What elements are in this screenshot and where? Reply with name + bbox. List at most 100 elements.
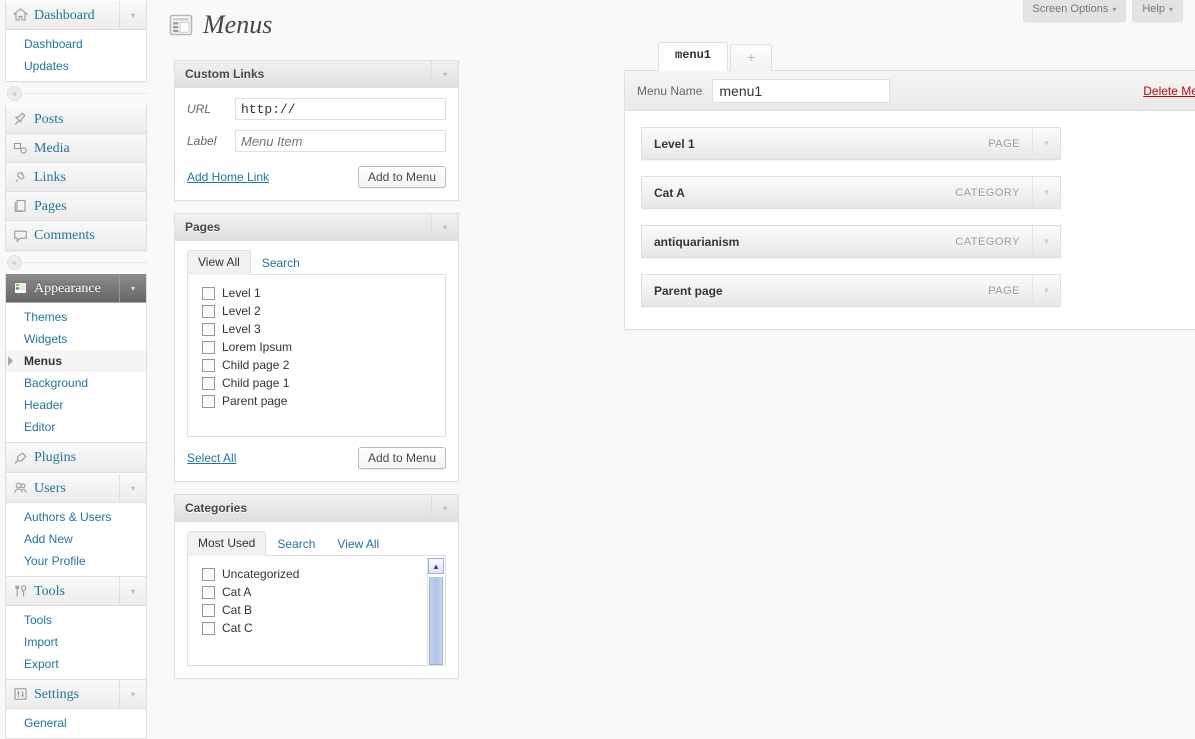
- sidebar-item-appearance[interactable]: Appearance ▾: [6, 274, 146, 303]
- categories-scrollbar[interactable]: ▲: [427, 558, 443, 665]
- list-item[interactable]: Uncategorized: [202, 565, 441, 583]
- collapse-menu-button[interactable]: «: [7, 255, 22, 270]
- page-checkbox[interactable]: [202, 305, 215, 318]
- sidebar-subitem-export[interactable]: Export: [6, 653, 146, 675]
- url-input[interactable]: [235, 98, 446, 120]
- sidebar-subitem-tools[interactable]: Tools: [6, 609, 146, 631]
- list-item[interactable]: Parent page: [202, 392, 441, 410]
- collapse-menu-button[interactable]: «: [7, 86, 22, 101]
- categories-header[interactable]: Categories ▾: [175, 495, 458, 522]
- tab-add-menu[interactable]: +: [730, 44, 772, 71]
- chevron-down-icon[interactable]: ▾: [1032, 128, 1060, 159]
- delete-menu-link[interactable]: Delete Menu: [1143, 84, 1195, 98]
- media-icon: [6, 141, 34, 155]
- page-checkbox[interactable]: [202, 287, 215, 300]
- chevron-down-icon[interactable]: ▾: [431, 61, 458, 88]
- page-checkbox[interactable]: [202, 323, 215, 336]
- page-checkbox[interactable]: [202, 377, 215, 390]
- table-row[interactable]: Parent page PAGE ▾: [641, 274, 1061, 307]
- sidebar-subitem-import[interactable]: Import: [6, 631, 146, 653]
- categories-panel: Categories ▾ Most Used Search View All U…: [174, 494, 459, 679]
- sidebar-item-comments[interactable]: Comments: [6, 221, 146, 250]
- chevron-down-icon[interactable]: ▾: [1032, 177, 1060, 208]
- chevron-down-icon[interactable]: ▾: [119, 274, 146, 302]
- category-checkbox[interactable]: [202, 568, 215, 581]
- sidebar-subitem-menus[interactable]: Menus: [6, 350, 146, 372]
- screen-options-button[interactable]: Screen Options▾: [1023, 0, 1127, 22]
- page-checkbox[interactable]: [202, 341, 215, 354]
- scroll-up-icon[interactable]: ▲: [428, 558, 444, 574]
- sidebar-subitem-dashboard[interactable]: Dashboard: [6, 33, 146, 55]
- scrollbar-thumb[interactable]: [429, 577, 443, 665]
- help-button[interactable]: Help▾: [1132, 0, 1183, 22]
- sidebar-subitem-background[interactable]: Background: [6, 372, 146, 394]
- table-row[interactable]: antiquarianism CATEGORY ▾: [641, 225, 1061, 258]
- list-item[interactable]: Child page 2: [202, 356, 441, 374]
- list-item[interactable]: Cat C: [202, 619, 441, 637]
- sidebar-subitem-header[interactable]: Header: [6, 394, 146, 416]
- sidebar-item-pages[interactable]: Pages: [6, 192, 146, 221]
- table-row[interactable]: Level 1 PAGE ▾: [641, 127, 1061, 160]
- label-input[interactable]: [235, 130, 446, 152]
- list-item[interactable]: Level 1: [202, 284, 441, 302]
- url-label: URL: [187, 102, 235, 116]
- sidebar-item-posts[interactable]: Posts: [6, 105, 146, 134]
- list-item[interactable]: Cat A: [202, 583, 441, 601]
- list-item[interactable]: Child page 1: [202, 374, 441, 392]
- tab-search-pages[interactable]: Search: [251, 251, 311, 275]
- sidebar-subitem-your-profile[interactable]: Your Profile: [6, 550, 146, 572]
- sidebar-item-links[interactable]: Links: [6, 163, 146, 192]
- list-item-label: Uncategorized: [222, 567, 299, 581]
- page-checkbox[interactable]: [202, 395, 215, 408]
- menus-icon: [167, 12, 195, 38]
- chevron-down-icon[interactable]: ▾: [1032, 275, 1060, 306]
- sidebar-subitem-widgets[interactable]: Widgets: [6, 328, 146, 350]
- category-checkbox[interactable]: [202, 604, 215, 617]
- add-to-menu-button-links[interactable]: Add to Menu: [358, 166, 446, 188]
- sidebar-item-settings[interactable]: Settings ▾: [6, 680, 146, 709]
- sidebar-subitem-authors-users[interactable]: Authors & Users: [6, 506, 146, 528]
- list-item[interactable]: Cat B: [202, 601, 441, 619]
- chevron-down-icon[interactable]: ▾: [1032, 226, 1060, 257]
- home-icon: [6, 8, 34, 22]
- add-to-menu-button-pages[interactable]: Add to Menu: [358, 447, 446, 469]
- sidebar-item-dashboard[interactable]: Dashboard ▾: [6, 1, 146, 30]
- tab-most-used-categories[interactable]: Most Used: [187, 531, 266, 556]
- chevron-down-icon[interactable]: ▾: [119, 680, 146, 708]
- category-checkbox[interactable]: [202, 622, 215, 635]
- tab-view-all-categories[interactable]: View All: [326, 532, 390, 556]
- tab-search-categories[interactable]: Search: [266, 532, 326, 556]
- tab-view-all-pages[interactable]: View All: [187, 250, 251, 275]
- sidebar-subitem-general[interactable]: General: [6, 712, 146, 734]
- page-title: Menus: [203, 10, 272, 40]
- chevron-down-icon[interactable]: ▾: [119, 1, 146, 29]
- category-checkbox[interactable]: [202, 586, 215, 599]
- list-item[interactable]: Lorem Ipsum: [202, 338, 441, 356]
- link-icon: [6, 170, 34, 184]
- sidebar-item-tools[interactable]: Tools ▾: [6, 577, 146, 606]
- sidebar-subitem-updates[interactable]: Updates: [6, 55, 146, 77]
- chevron-down-icon: ▾: [1169, 5, 1173, 14]
- select-all-link[interactable]: Select All: [187, 451, 236, 465]
- tab-menu1[interactable]: menu1: [658, 42, 728, 71]
- chevron-down-icon[interactable]: ▾: [431, 495, 458, 522]
- table-row[interactable]: Cat A CATEGORY ▾: [641, 176, 1061, 209]
- list-item[interactable]: Level 3: [202, 320, 441, 338]
- sidebar-item-plugins[interactable]: Plugins: [6, 443, 146, 472]
- chevron-down-icon[interactable]: ▾: [119, 577, 146, 605]
- sidebar-subitem-themes[interactable]: Themes: [6, 306, 146, 328]
- chevron-down-icon[interactable]: ▾: [119, 474, 146, 502]
- list-item[interactable]: Level 2: [202, 302, 441, 320]
- menu-item-type: CATEGORY: [955, 187, 1032, 199]
- sidebar-subitem-add-new[interactable]: Add New: [6, 528, 146, 550]
- add-home-link[interactable]: Add Home Link: [187, 170, 269, 184]
- page-checkbox[interactable]: [202, 359, 215, 372]
- sidebar-item-media[interactable]: Media: [6, 134, 146, 163]
- menu-name-input[interactable]: [712, 79, 890, 103]
- pages-header[interactable]: Pages ▾: [175, 214, 458, 241]
- chevron-down-icon[interactable]: ▾: [431, 214, 458, 241]
- list-item-label: Parent page: [222, 394, 287, 408]
- sidebar-subitem-editor[interactable]: Editor: [6, 416, 146, 438]
- custom-links-header[interactable]: Custom Links ▾: [175, 61, 458, 88]
- sidebar-item-users[interactable]: Users ▾: [6, 474, 146, 503]
